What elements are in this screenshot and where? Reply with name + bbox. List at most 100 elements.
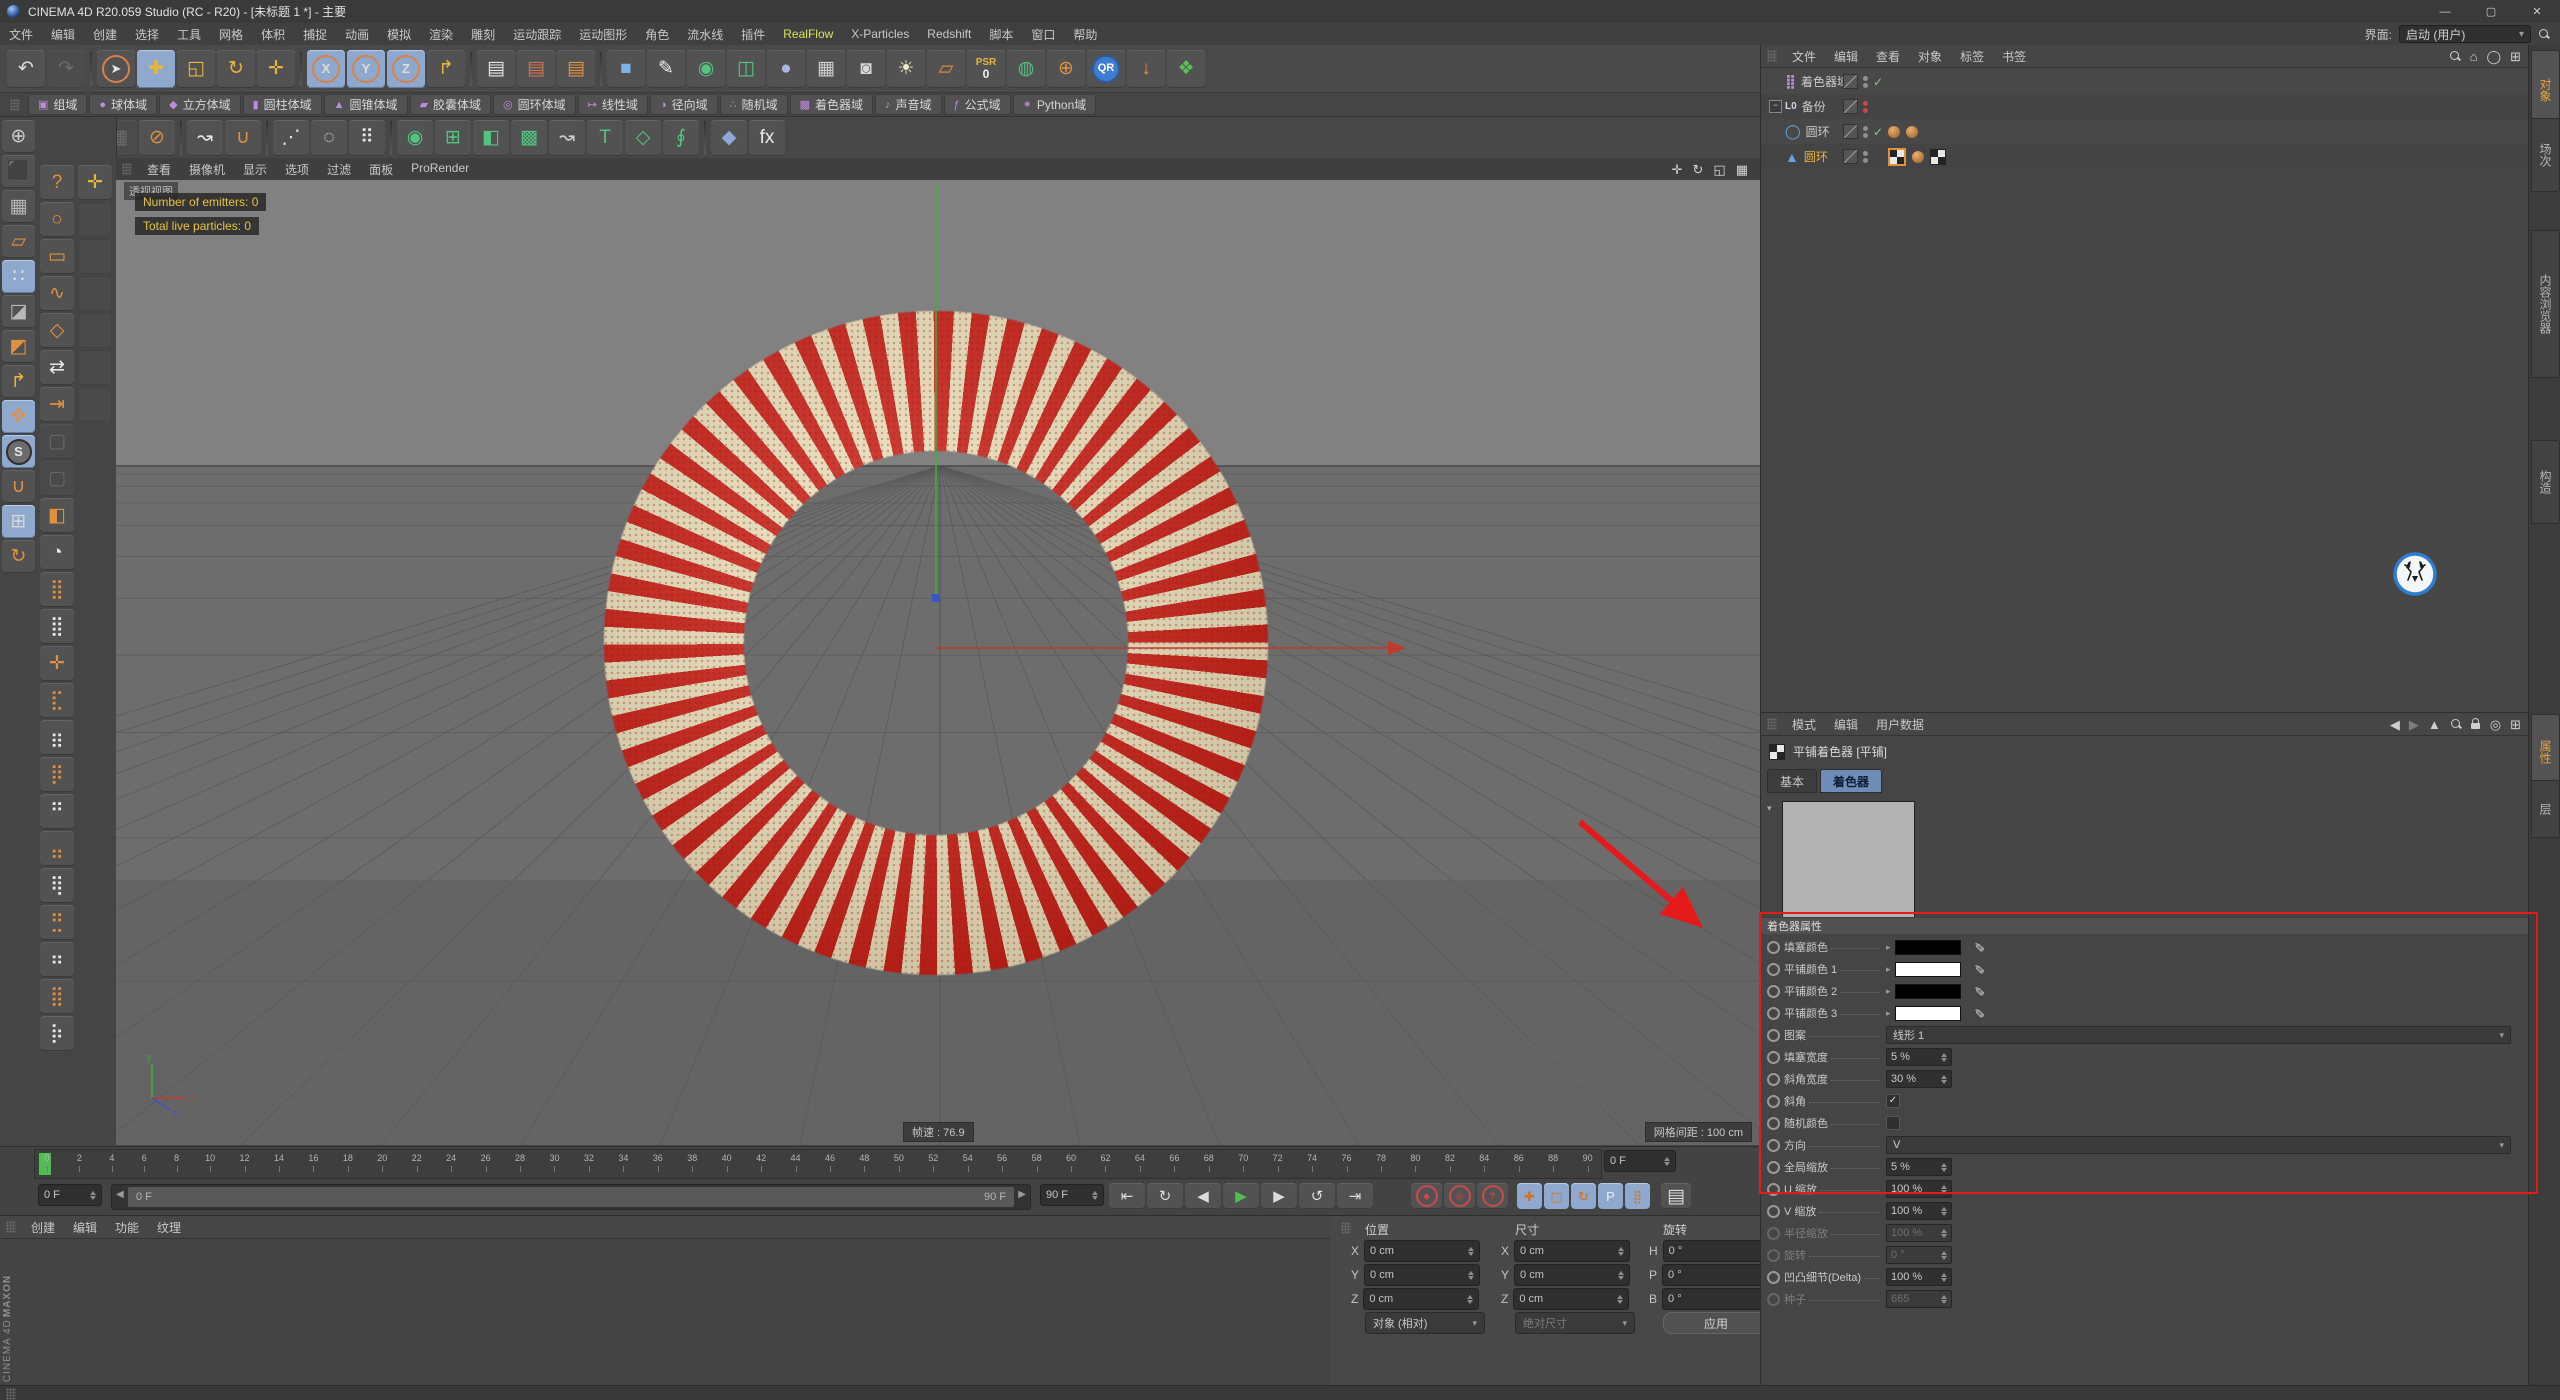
enabled-check-icon[interactable]: ✓ [1873, 75, 1883, 89]
menu-运动跟踪[interactable]: 运动跟踪 [504, 26, 570, 43]
last-tool-move[interactable]: ✛ [257, 50, 295, 88]
attribute-manager-menu-用户数据[interactable]: 用户数据 [1867, 716, 1933, 733]
view-pan-icon[interactable]: ✛ [1672, 163, 1683, 176]
number-field-全局缩放[interactable]: 5 % [1886, 1158, 1952, 1176]
scale-tool[interactable]: ◱ [177, 50, 215, 88]
color-swatch[interactable] [1895, 1006, 1961, 1021]
dot-grid-g[interactable]: ⣤ [40, 831, 74, 866]
polygons-mode[interactable]: ◩ [2, 330, 35, 363]
key-position-toggle[interactable]: ✚ [1517, 1183, 1542, 1209]
drag-grip[interactable] [6, 1221, 16, 1233]
visibility-dots[interactable] [1863, 101, 1868, 113]
animation-dot-icon[interactable] [1767, 1117, 1780, 1130]
spinner[interactable] [1941, 1185, 1947, 1194]
animation-dot-icon[interactable] [1767, 1205, 1780, 1218]
animation-dot-icon[interactable] [1767, 1227, 1780, 1240]
viewport-menu-ProRender[interactable]: ProRender [402, 161, 478, 178]
home-icon[interactable]: ⌂ [2470, 50, 2478, 63]
menu-雕刻[interactable]: 雕刻 [462, 26, 504, 43]
workplane-rotate[interactable]: ↻ [2, 540, 35, 573]
object-row-圆环[interactable]: ▲圆环 [1761, 144, 2529, 169]
key-scale-toggle[interactable]: ▢ [1544, 1183, 1569, 1209]
search-icon[interactable] [2450, 718, 2462, 730]
dot-grid-c[interactable]: ⣏ [40, 683, 74, 718]
material-manager-menu-编辑[interactable]: 编辑 [64, 1219, 106, 1236]
animation-dot-icon[interactable] [1767, 941, 1780, 954]
coord-field[interactable]: 0 cm [1364, 1240, 1480, 1262]
coord-field[interactable]: 0 cm [1364, 1264, 1480, 1286]
drag-grip[interactable] [10, 99, 20, 111]
number-field-V 缩放[interactable]: 100 % [1886, 1202, 1952, 1220]
color-swatch[interactable] [1895, 940, 1961, 955]
search-icon[interactable] [2538, 28, 2550, 40]
circle-points-tool[interactable]: ◌ [311, 120, 347, 156]
animation-dot-icon[interactable] [1767, 1073, 1780, 1086]
spinner[interactable] [1941, 1053, 1947, 1062]
number-field-凹凸细节(Delta)[interactable]: 100 % [1886, 1268, 1952, 1286]
step-points-tool[interactable]: ⋰ [273, 120, 309, 156]
spinner[interactable] [1941, 1075, 1947, 1084]
cloth-object[interactable]: ◆ [711, 120, 747, 156]
menu-体积[interactable]: 体积 [252, 26, 294, 43]
grow-selection[interactable]: ▢ [40, 424, 74, 459]
animation-dot-icon[interactable] [1767, 1051, 1780, 1064]
texture-mode[interactable]: ▦ [2, 190, 35, 223]
object-manager-menu-对象[interactable]: 对象 [1909, 48, 1951, 65]
x-axis-lock[interactable]: X [307, 50, 345, 88]
range-bar[interactable]: 0 F 90 F [128, 1187, 1014, 1207]
editor-visibility-toggle[interactable] [1843, 124, 1858, 139]
color-swatch[interactable] [1895, 962, 1961, 977]
qr-plugin[interactable]: QR [1087, 50, 1125, 88]
menu-角色[interactable]: 角色 [636, 26, 678, 43]
material-manager-menu-功能[interactable]: 功能 [106, 1219, 148, 1236]
field-button-圆锥体域[interactable]: ▲圆锥体域 [324, 94, 408, 115]
polygon-reduction-tool[interactable]: ⊘ [139, 120, 175, 156]
spinner[interactable] [1467, 1295, 1473, 1304]
help-selection[interactable]: ? [40, 165, 74, 200]
key-parameter-toggle[interactable]: P [1598, 1183, 1623, 1209]
move-palette[interactable]: ✛ [78, 165, 112, 200]
shrink-selection[interactable]: ▢ [40, 461, 74, 496]
visibility-dots[interactable] [1863, 76, 1868, 88]
menu-脚本[interactable]: 脚本 [980, 26, 1022, 43]
minimize-button[interactable]: — [2422, 0, 2468, 23]
record-keyframe-button[interactable]: ◆ [1411, 1183, 1442, 1209]
dropdown-方向[interactable]: V▾ [1886, 1136, 2511, 1154]
texture-tag-icon[interactable] [1888, 148, 1906, 166]
animation-dot-icon[interactable] [1767, 1293, 1780, 1306]
undo-button[interactable]: ↶ [7, 50, 45, 88]
forward-icon[interactable]: ▶ [2409, 718, 2419, 731]
dot-grid-b[interactable]: ⣿ [40, 609, 74, 644]
menu-RealFlow[interactable]: RealFlow [774, 27, 842, 41]
close-button[interactable]: ✕ [2514, 0, 2560, 23]
spinner[interactable] [1468, 1271, 1474, 1280]
material-manager-menu-纹理[interactable]: 纹理 [148, 1219, 190, 1236]
sky-object[interactable]: ▱ [927, 50, 965, 88]
field-button-立方体域[interactable]: ◆立方体域 [159, 94, 240, 115]
torus-object[interactable] [603, 310, 1269, 976]
side-tab-构造[interactable]: 构造 [2531, 440, 2560, 524]
fill-selection[interactable]: ⇥ [40, 387, 74, 422]
field-button-声音域[interactable]: ♪声音域 [875, 94, 942, 115]
object-row-圆环[interactable]: ◯圆环✓ [1761, 119, 2529, 144]
live-selection-tool[interactable]: ➤ [97, 50, 135, 88]
spinner[interactable] [1664, 1157, 1670, 1166]
drag-grip[interactable] [122, 163, 132, 175]
shader-preview-swatch[interactable] [1782, 801, 1915, 925]
rotate-tool[interactable]: ↻ [217, 50, 255, 88]
editor-visibility-toggle[interactable] [1843, 149, 1858, 164]
floor-object[interactable]: ▦ [807, 50, 845, 88]
animation-dot-icon[interactable] [1767, 1139, 1780, 1152]
autokeying-button[interactable]: ◎ [1444, 1183, 1475, 1209]
rectangle-selection[interactable]: ▭ [40, 239, 74, 274]
dot-grid-j[interactable]: ⠶ [40, 942, 74, 977]
spline-smooth-tool[interactable]: ↝ [549, 120, 585, 156]
phong-tag-icon[interactable] [1912, 151, 1924, 163]
checkbox-斜角[interactable]: ✓ [1886, 1094, 1900, 1108]
animation-dot-icon[interactable] [1767, 1183, 1780, 1196]
coordinate-system-toggle[interactable]: ↱ [427, 50, 465, 88]
animation-dot-icon[interactable] [1767, 1271, 1780, 1284]
light-object[interactable]: ☀ [887, 50, 925, 88]
menu-窗口[interactable]: 窗口 [1022, 26, 1064, 43]
sphere-palette[interactable]: ◔ [40, 535, 74, 570]
